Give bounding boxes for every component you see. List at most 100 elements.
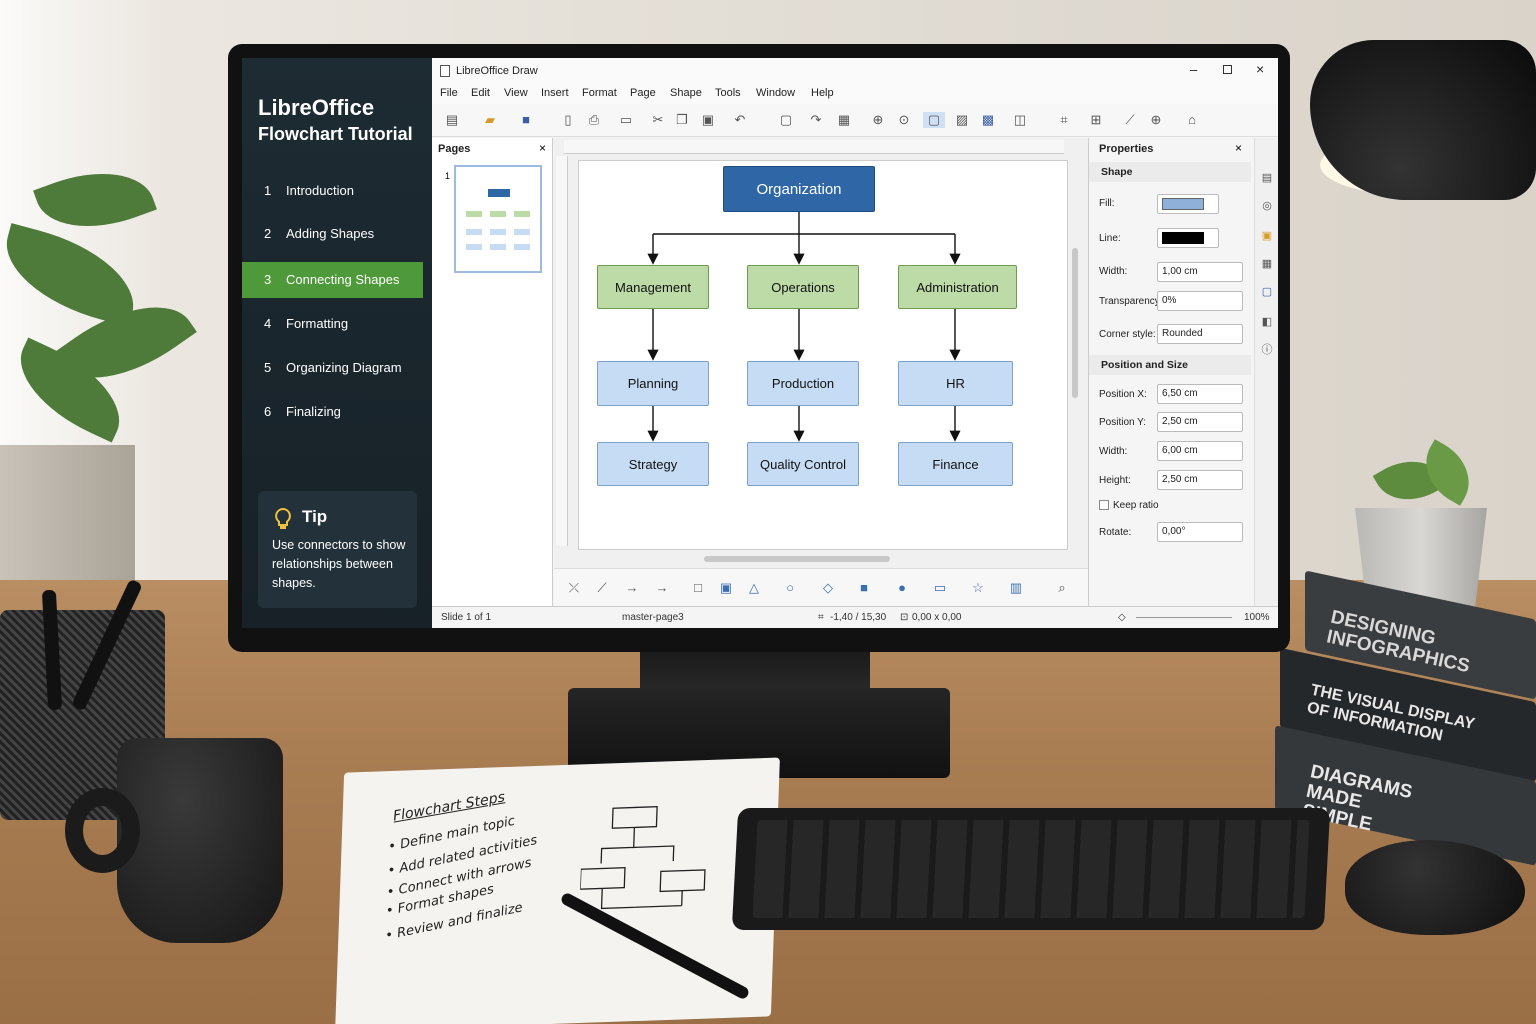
position-size-section-header[interactable]: Position and Size	[1089, 355, 1251, 375]
open-folder-icon[interactable]: ▰	[482, 112, 498, 128]
vertical-scrollbar[interactable]	[1072, 248, 1078, 398]
cut-icon[interactable]: ✂	[650, 112, 666, 128]
styles-deck-icon[interactable]: ◎	[1259, 198, 1275, 214]
transparency-field[interactable]: 0%	[1157, 291, 1243, 311]
corner-style-dropdown[interactable]: Rounded	[1157, 324, 1243, 344]
3d-object-icon[interactable]: ▥	[1008, 580, 1024, 596]
copy-icon[interactable]: ❐	[674, 112, 690, 128]
clone-icon[interactable]: ▢	[778, 112, 794, 128]
points-icon[interactable]: ⟋	[1122, 112, 1138, 128]
connector-icon[interactable]: →	[654, 580, 670, 596]
filled-rectangle-icon[interactable]: ▣	[718, 580, 734, 596]
zoom-fit-icon[interactable]: ◇	[1118, 612, 1126, 623]
tutorial-item-organizing-diagram[interactable]: 5 Organizing Diagram	[242, 350, 432, 386]
menu-tools[interactable]: Tools	[715, 87, 741, 99]
new-document-icon[interactable]: ▤	[444, 112, 460, 128]
fill-color-dropdown[interactable]	[1157, 194, 1219, 214]
shape-strategy[interactable]: Strategy	[597, 442, 709, 486]
width-field[interactable]: 6,00 cm	[1157, 441, 1243, 461]
select-icon[interactable]: ⤫	[566, 580, 582, 596]
navigator-deck-icon[interactable]: ▦	[1259, 256, 1275, 272]
close-icon[interactable]: ×	[1256, 61, 1264, 77]
menu-file[interactable]: File	[440, 87, 458, 99]
image-icon[interactable]: ▨	[954, 112, 970, 128]
tutorial-item-label: Organizing Diagram	[286, 360, 402, 375]
shape-finance[interactable]: Finance	[898, 442, 1013, 486]
arrange-icon[interactable]: ▩	[980, 112, 996, 128]
info-deck-icon[interactable]: ⓘ	[1259, 342, 1275, 358]
undo-icon[interactable]: ↶	[732, 112, 748, 128]
menu-page[interactable]: Page	[630, 87, 656, 99]
crop-icon[interactable]: ⌗	[1056, 112, 1072, 128]
shapes-icon[interactable]: ◫	[1012, 112, 1028, 128]
print-preview-icon[interactable]: ▭	[618, 112, 634, 128]
save-icon[interactable]: ■	[518, 112, 534, 128]
line-color-dropdown[interactable]	[1157, 228, 1219, 248]
shape-management[interactable]: Management	[597, 265, 709, 309]
shape-hr[interactable]: HR	[898, 361, 1013, 406]
tutorial-item-introduction[interactable]: 1 Introduction	[242, 173, 432, 209]
table-icon[interactable]: ▦	[836, 112, 852, 128]
horizontal-scrollbar[interactable]	[704, 556, 890, 562]
ellipse-icon[interactable]: ○	[782, 580, 798, 596]
flowchart-icon[interactable]: ■	[856, 580, 872, 596]
tutorial-item-adding-shapes[interactable]: 2 Adding Shapes	[242, 216, 432, 252]
star-icon[interactable]: ☆	[970, 580, 986, 596]
pan-icon[interactable]: ⊙	[896, 112, 912, 128]
align-icon[interactable]: ⊞	[1088, 112, 1104, 128]
tutorial-item-formatting[interactable]: 4 Formatting	[242, 306, 432, 342]
drawing-page[interactable]: Organization Management Operations Admin…	[578, 160, 1068, 550]
keep-ratio-checkbox[interactable]	[1099, 500, 1109, 510]
close-icon[interactable]: ×	[539, 141, 546, 155]
line-icon[interactable]: ⟋	[594, 580, 610, 596]
drawing-area[interactable]: Organization Management Operations Admin…	[554, 138, 1088, 606]
close-icon[interactable]: ×	[1235, 141, 1242, 155]
triangle-icon[interactable]: △	[746, 580, 762, 596]
zoom-icon[interactable]: ⊕	[870, 112, 886, 128]
shapes-deck-icon[interactable]: ▢	[1259, 284, 1275, 300]
shape-quality-control[interactable]: Quality Control	[747, 442, 859, 486]
arrow-line-icon[interactable]: →	[624, 580, 640, 596]
zoom-level[interactable]: 100%	[1244, 612, 1270, 623]
zoom-slider[interactable]	[1136, 617, 1232, 618]
tutorial-item-finalizing[interactable]: 6 Finalizing	[242, 394, 432, 430]
shape-production[interactable]: Production	[747, 361, 859, 406]
minimize-icon[interactable]: –	[1190, 62, 1197, 77]
menu-help[interactable]: Help	[811, 87, 834, 99]
tutorial-item-connecting-shapes[interactable]: 3 Connecting Shapes	[242, 262, 423, 298]
maximize-icon[interactable]	[1223, 65, 1232, 74]
menu-format[interactable]: Format	[582, 87, 617, 99]
properties-deck-icon[interactable]: ▤	[1259, 170, 1275, 186]
paste-icon[interactable]: ▣	[700, 112, 716, 128]
gallery-deck-icon[interactable]: ▣	[1259, 228, 1275, 244]
position-y-field[interactable]: 2,50 cm	[1157, 412, 1243, 432]
rotate-field[interactable]: 0,00°	[1157, 522, 1243, 542]
rectangle-icon[interactable]: □	[690, 580, 706, 596]
page-thumbnail[interactable]	[454, 165, 542, 273]
menu-shape[interactable]: Shape	[670, 87, 702, 99]
search-icon[interactable]: ⌕	[1054, 580, 1070, 596]
menu-view[interactable]: View	[504, 87, 528, 99]
position-x-field[interactable]: 6,50 cm	[1157, 384, 1243, 404]
height-field[interactable]: 2,50 cm	[1157, 470, 1243, 490]
redo-icon[interactable]: ↷	[808, 112, 824, 128]
glue-icon[interactable]: ⊕	[1148, 112, 1164, 128]
circle-icon[interactable]: ●	[894, 580, 910, 596]
diamond-icon[interactable]: ◇	[820, 580, 836, 596]
menu-edit[interactable]: Edit	[471, 87, 490, 99]
shape-section-header[interactable]: Shape	[1089, 162, 1251, 182]
shape-organization[interactable]: Organization	[723, 166, 875, 212]
callout-icon[interactable]: ▭	[932, 580, 948, 596]
menu-window[interactable]: Window	[756, 87, 795, 99]
line-width-label: Width:	[1099, 266, 1128, 277]
page-icon[interactable]: ▢	[923, 112, 945, 128]
stamp-icon[interactable]: ⌂	[1184, 112, 1200, 128]
menu-insert[interactable]: Insert	[541, 87, 569, 99]
export-pdf-icon[interactable]: ▯	[560, 112, 576, 128]
line-width-field[interactable]: 1,00 cm	[1157, 262, 1243, 282]
print-icon[interactable]: ⎙	[586, 112, 602, 128]
shape-operations[interactable]: Operations	[747, 265, 859, 309]
animation-deck-icon[interactable]: ◧	[1259, 314, 1275, 330]
shape-administration[interactable]: Administration	[898, 265, 1017, 309]
shape-planning[interactable]: Planning	[597, 361, 709, 406]
